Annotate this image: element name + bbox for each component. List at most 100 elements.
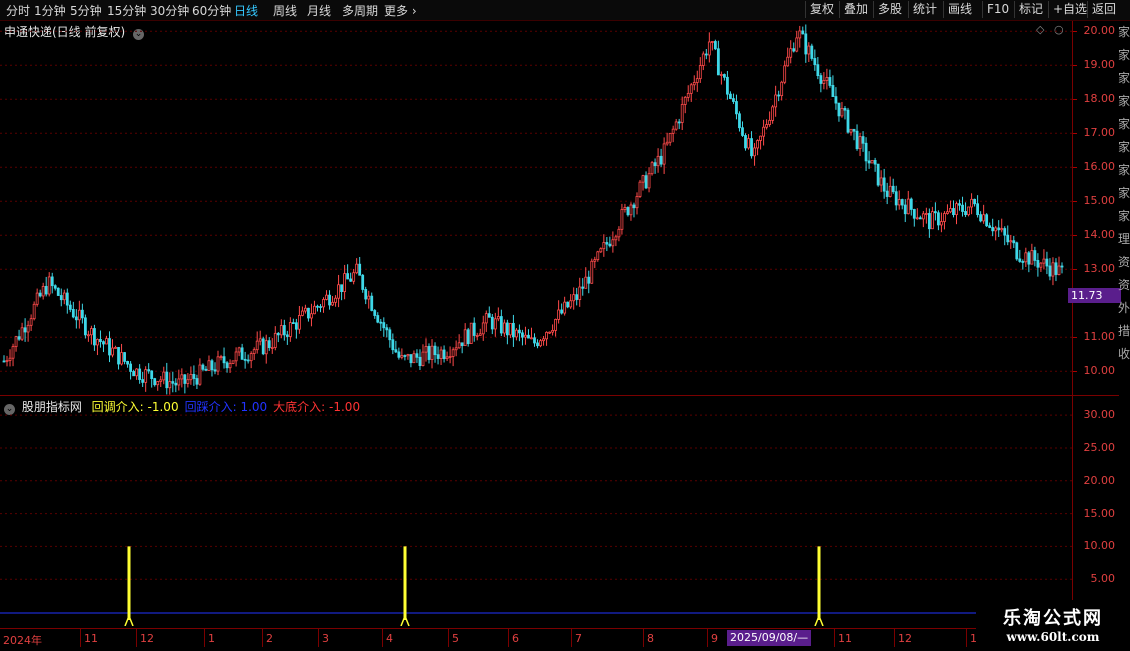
candle (313, 300, 316, 315)
candle (472, 317, 476, 342)
candle (674, 118, 678, 131)
candle (210, 358, 214, 377)
candle (421, 344, 425, 367)
candle (216, 350, 220, 376)
candle (858, 132, 862, 157)
candle (979, 211, 983, 223)
candle (385, 324, 389, 338)
candle (762, 119, 765, 146)
candle (343, 264, 347, 300)
period-tab-3[interactable]: 15分钟 (107, 2, 146, 19)
candle (864, 137, 868, 171)
period-tab-9[interactable]: 多周期 (342, 2, 378, 19)
candle (632, 202, 636, 218)
toolbar-button-4[interactable]: 画线 (943, 1, 972, 18)
signal-spike (817, 546, 821, 620)
candle (879, 170, 883, 193)
candle (252, 347, 256, 360)
candle (1006, 225, 1010, 246)
candle (912, 208, 916, 227)
toolbar-button-5[interactable]: F10 (982, 1, 1009, 18)
candle (789, 40, 793, 64)
candle (135, 368, 139, 380)
candle (750, 131, 753, 159)
toolbar-button-2[interactable]: 多股 (873, 1, 902, 18)
candle (581, 278, 585, 296)
candle (635, 192, 639, 215)
period-tab-5[interactable]: 60分钟 (192, 2, 231, 19)
month-divider (318, 629, 319, 647)
toolbar-button-6[interactable]: 标记 (1014, 1, 1043, 18)
candle (982, 204, 986, 224)
period-tab-10[interactable]: 更多 › (384, 2, 417, 19)
candle (738, 111, 741, 132)
toolbar-button-3[interactable]: 统计 (908, 1, 937, 18)
candle (792, 42, 796, 53)
candle (894, 185, 898, 211)
period-tab-8[interactable]: 月线 (307, 2, 331, 19)
candle (361, 274, 365, 293)
strip-char-7: 家 (1118, 186, 1130, 200)
candle (454, 340, 458, 357)
candle (1048, 258, 1052, 281)
candle (77, 300, 81, 329)
period-tab-1[interactable]: 1分钟 (34, 2, 66, 19)
candle (334, 295, 337, 307)
candle (849, 128, 853, 136)
strip-char-13: 措 (1118, 324, 1130, 338)
candle (484, 310, 488, 332)
period-tab-0[interactable]: 分时 (6, 2, 30, 19)
candle (349, 272, 353, 282)
candle (1024, 247, 1028, 268)
candle (50, 272, 54, 294)
candle (843, 106, 847, 120)
indicator-chart[interactable] (0, 396, 1072, 626)
toolbar-button-0[interactable]: 复权 (805, 1, 834, 18)
candle (533, 333, 536, 347)
month-label-9: 8 (647, 632, 654, 645)
candle (319, 304, 322, 313)
candle (409, 354, 413, 368)
candle (955, 201, 958, 225)
candle (774, 85, 778, 117)
candle (668, 132, 672, 146)
candle (976, 195, 980, 218)
candle (487, 306, 491, 318)
candle (988, 222, 992, 229)
month-label-12: 12 (898, 632, 912, 645)
indicator-tick-3: 15.00 (1083, 506, 1116, 520)
candlestick-chart[interactable] (0, 21, 1072, 395)
period-tab-6[interactable]: 日线 (234, 2, 258, 19)
candle (765, 119, 769, 130)
candle (825, 68, 829, 90)
candle (997, 220, 1001, 237)
candle (47, 272, 51, 297)
candle (1027, 250, 1031, 273)
toolbar-button-1[interactable]: 叠加 (839, 1, 868, 18)
candle (132, 369, 136, 377)
month-label-5: 4 (386, 632, 393, 645)
candle (279, 319, 283, 339)
candle (367, 290, 371, 309)
candle (2, 355, 6, 363)
right-info-strip: 家家家家家家家家家理资资外措收 (1118, 21, 1130, 626)
period-tab-2[interactable]: 5分钟 (70, 2, 102, 19)
indicator-tick-2: 20.00 (1083, 473, 1116, 487)
candle (147, 363, 151, 374)
candle (258, 330, 262, 346)
period-tab-4[interactable]: 30分钟 (150, 2, 189, 19)
toolbar-button-7[interactable]: +自选 (1048, 1, 1087, 18)
toolbar-button-8[interactable]: 返回 (1087, 1, 1116, 18)
candle (617, 226, 621, 242)
candle (276, 331, 280, 343)
candle (967, 206, 970, 217)
candle (442, 345, 446, 363)
current-price-badge: 11.73 (1068, 288, 1121, 303)
candle (524, 326, 527, 345)
candle (937, 210, 940, 231)
candle (1018, 249, 1022, 263)
candle (795, 30, 799, 53)
candle (457, 334, 461, 349)
period-tab-7[interactable]: 周线 (273, 2, 297, 19)
candle (716, 40, 720, 76)
